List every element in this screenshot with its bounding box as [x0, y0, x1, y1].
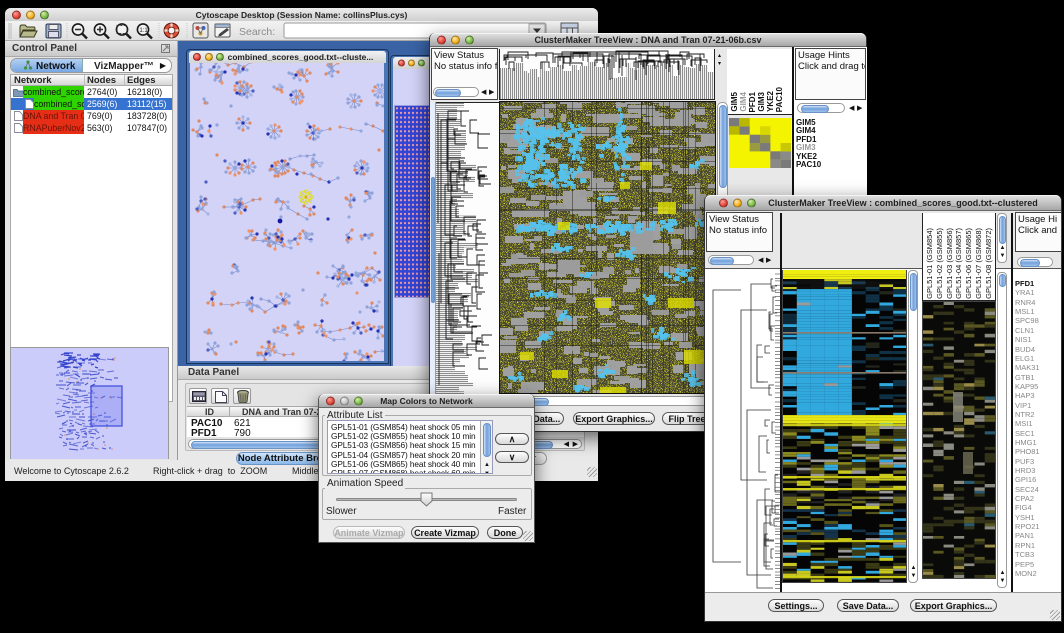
svg-text:1:1: 1:1 — [139, 28, 148, 34]
svg-text:Search:: Search: — [239, 26, 275, 38]
